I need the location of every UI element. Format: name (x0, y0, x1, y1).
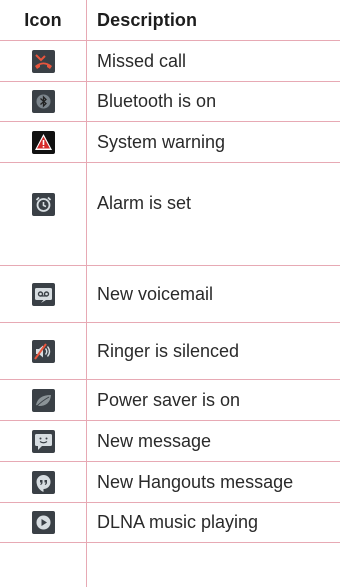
missed-call-icon (31, 49, 55, 73)
table-row: Alarm is set (0, 163, 340, 265)
alarm-icon (31, 193, 55, 216)
voicemail-icon (31, 282, 55, 306)
row-label: DLNA music playing (97, 512, 259, 532)
row-label: Missed call (97, 50, 187, 71)
dlna-play-icon (31, 511, 55, 534)
table-row: New Hangouts message (0, 462, 340, 502)
row-label: Ringer is silenced (97, 340, 240, 361)
row-label: New Hangouts message (97, 471, 294, 492)
row-label: Power saver is on (97, 389, 241, 410)
table-row: System warning (0, 122, 340, 162)
table-row: Power saver is on (0, 380, 340, 420)
row-label: Bluetooth is on (97, 91, 217, 111)
power-saver-leaf-icon (31, 388, 55, 412)
hangouts-icon (31, 470, 55, 494)
status-icon-table: Icon Description Missed call Bluetooth i… (0, 0, 340, 587)
row-label: Alarm is set (97, 193, 192, 213)
table-row: New message (0, 421, 340, 461)
warning-icon (31, 130, 55, 154)
message-icon (31, 429, 55, 453)
header-icon: Icon (24, 9, 62, 30)
table-row: New voicemail (0, 266, 340, 322)
table-row: Missed call (0, 41, 340, 81)
ringer-silenced-icon (31, 339, 55, 363)
row-label: System warning (97, 131, 226, 152)
row-label: New voicemail (97, 283, 214, 304)
row-divider (0, 542, 340, 543)
header-description: Description (97, 9, 198, 30)
table-row: DLNA music playing (0, 503, 340, 542)
table-row: Ringer is silenced (0, 323, 340, 379)
bluetooth-icon (31, 90, 55, 113)
table-row: Bluetooth is on (0, 82, 340, 121)
row-label: New message (97, 430, 212, 451)
